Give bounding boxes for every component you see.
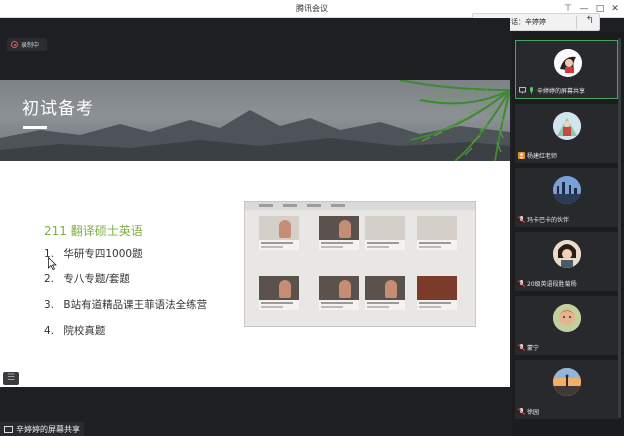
course-card <box>259 216 299 250</box>
list-item: 2. 专八专题/套题 <box>44 271 130 286</box>
screen-share-icon <box>4 425 13 433</box>
participant-tile[interactable]: 玛卡巴卡的伙伴 <box>515 168 618 227</box>
course-card <box>365 276 405 310</box>
mic-active-icon <box>530 87 533 94</box>
list-item: 3. B站有道精品课王菲语法全练营 <box>44 297 207 312</box>
item-number: 4. <box>44 325 55 337</box>
avatar <box>553 368 581 396</box>
slide-banner: 初试备考 <box>0 80 510 161</box>
item-text: 华研专四1000题 <box>63 248 143 260</box>
mouse-cursor-icon <box>48 257 57 270</box>
participant-label: 20级英语段胜菊杨 <box>518 279 577 288</box>
item-number: 3. <box>44 299 55 311</box>
course-card <box>365 216 405 250</box>
avatar <box>553 240 581 268</box>
avatar <box>553 176 581 204</box>
participant-tile[interactable]: 徐园 <box>515 360 618 419</box>
shared-screen-area: 录制中 初试备考 211 翻译硕士英语 1. 华研专四1000题 2. 专八专题… <box>0 18 510 436</box>
back-icon[interactable]: ↰ <box>586 15 594 26</box>
participant-label: 杨建红老师 <box>518 151 557 160</box>
avatar <box>553 304 581 332</box>
mic-muted-icon <box>518 408 525 415</box>
participant-tile[interactable]: 辛婷婷的屏幕共享 <box>515 40 618 99</box>
participant-scrollbar[interactable] <box>618 38 621 418</box>
participant-panel: 辛婷婷的屏幕共享 杨建红老师 玛卡巴卡的伙伴 20级英语段胜菊杨 蒙宁 徐园 <box>512 32 624 436</box>
recording-label: 录制中 <box>21 42 40 49</box>
avatar <box>554 49 582 77</box>
participant-label: 玛卡巴卡的伙伴 <box>518 215 569 224</box>
item-number: 2. <box>44 273 55 285</box>
course-card <box>259 276 299 310</box>
participant-label: 徐园 <box>518 407 539 416</box>
avatar <box>553 112 581 140</box>
mic-muted-icon <box>518 280 525 287</box>
recording-badge[interactable]: 录制中 <box>7 38 47 51</box>
mountain-background <box>0 80 510 161</box>
list-item: 1. 华研专四1000题 <box>44 246 143 261</box>
speaking-name: 辛婷婷 <box>525 18 546 26</box>
screen-share-label: 辛婷婷的屏幕共享 <box>0 422 84 436</box>
slide-title: 初试备考 <box>22 99 94 119</box>
mic-muted-icon <box>518 216 525 223</box>
title-underline <box>23 126 47 129</box>
share-label-text: 辛婷婷的屏幕共享 <box>16 424 80 434</box>
presentation-slide: 初试备考 211 翻译硕士英语 1. 华研专四1000题 2. 专八专题/套题 … <box>0 80 510 387</box>
course-card <box>417 216 457 250</box>
participant-label: 蒙宁 <box>518 343 539 352</box>
item-text: 院校真题 <box>63 325 106 337</box>
screenshot-tabs <box>245 202 475 210</box>
course-screenshot-image <box>244 201 476 327</box>
screen-share-icon <box>519 87 526 94</box>
course-card <box>319 276 359 310</box>
participant-tile[interactable]: 蒙宁 <box>515 296 618 355</box>
item-text: B站有道精品课王菲语法全练营 <box>63 299 208 311</box>
record-icon <box>11 41 18 48</box>
course-card <box>417 276 457 310</box>
close-button[interactable]: ✕ <box>609 3 621 15</box>
slide-list-button[interactable]: ☰ <box>3 372 19 385</box>
list-item: 4. 院校真题 <box>44 323 105 338</box>
section-title: 211 翻译硕士英语 <box>44 224 143 238</box>
meeting-window: 腾讯会议 ⊤ — □ ✕ 正在讲话： 辛婷婷 ↰ 录制中 <box>0 0 624 436</box>
participant-label: 辛婷婷的屏幕共享 <box>519 86 585 95</box>
course-card <box>319 216 359 250</box>
participant-tile[interactable]: 20级英语段胜菊杨 <box>515 232 618 291</box>
host-icon <box>518 152 525 159</box>
participant-tile[interactable]: 杨建红老师 <box>515 104 618 163</box>
mic-muted-icon <box>518 344 525 351</box>
divider <box>576 16 577 29</box>
item-text: 专八专题/套题 <box>63 273 130 285</box>
